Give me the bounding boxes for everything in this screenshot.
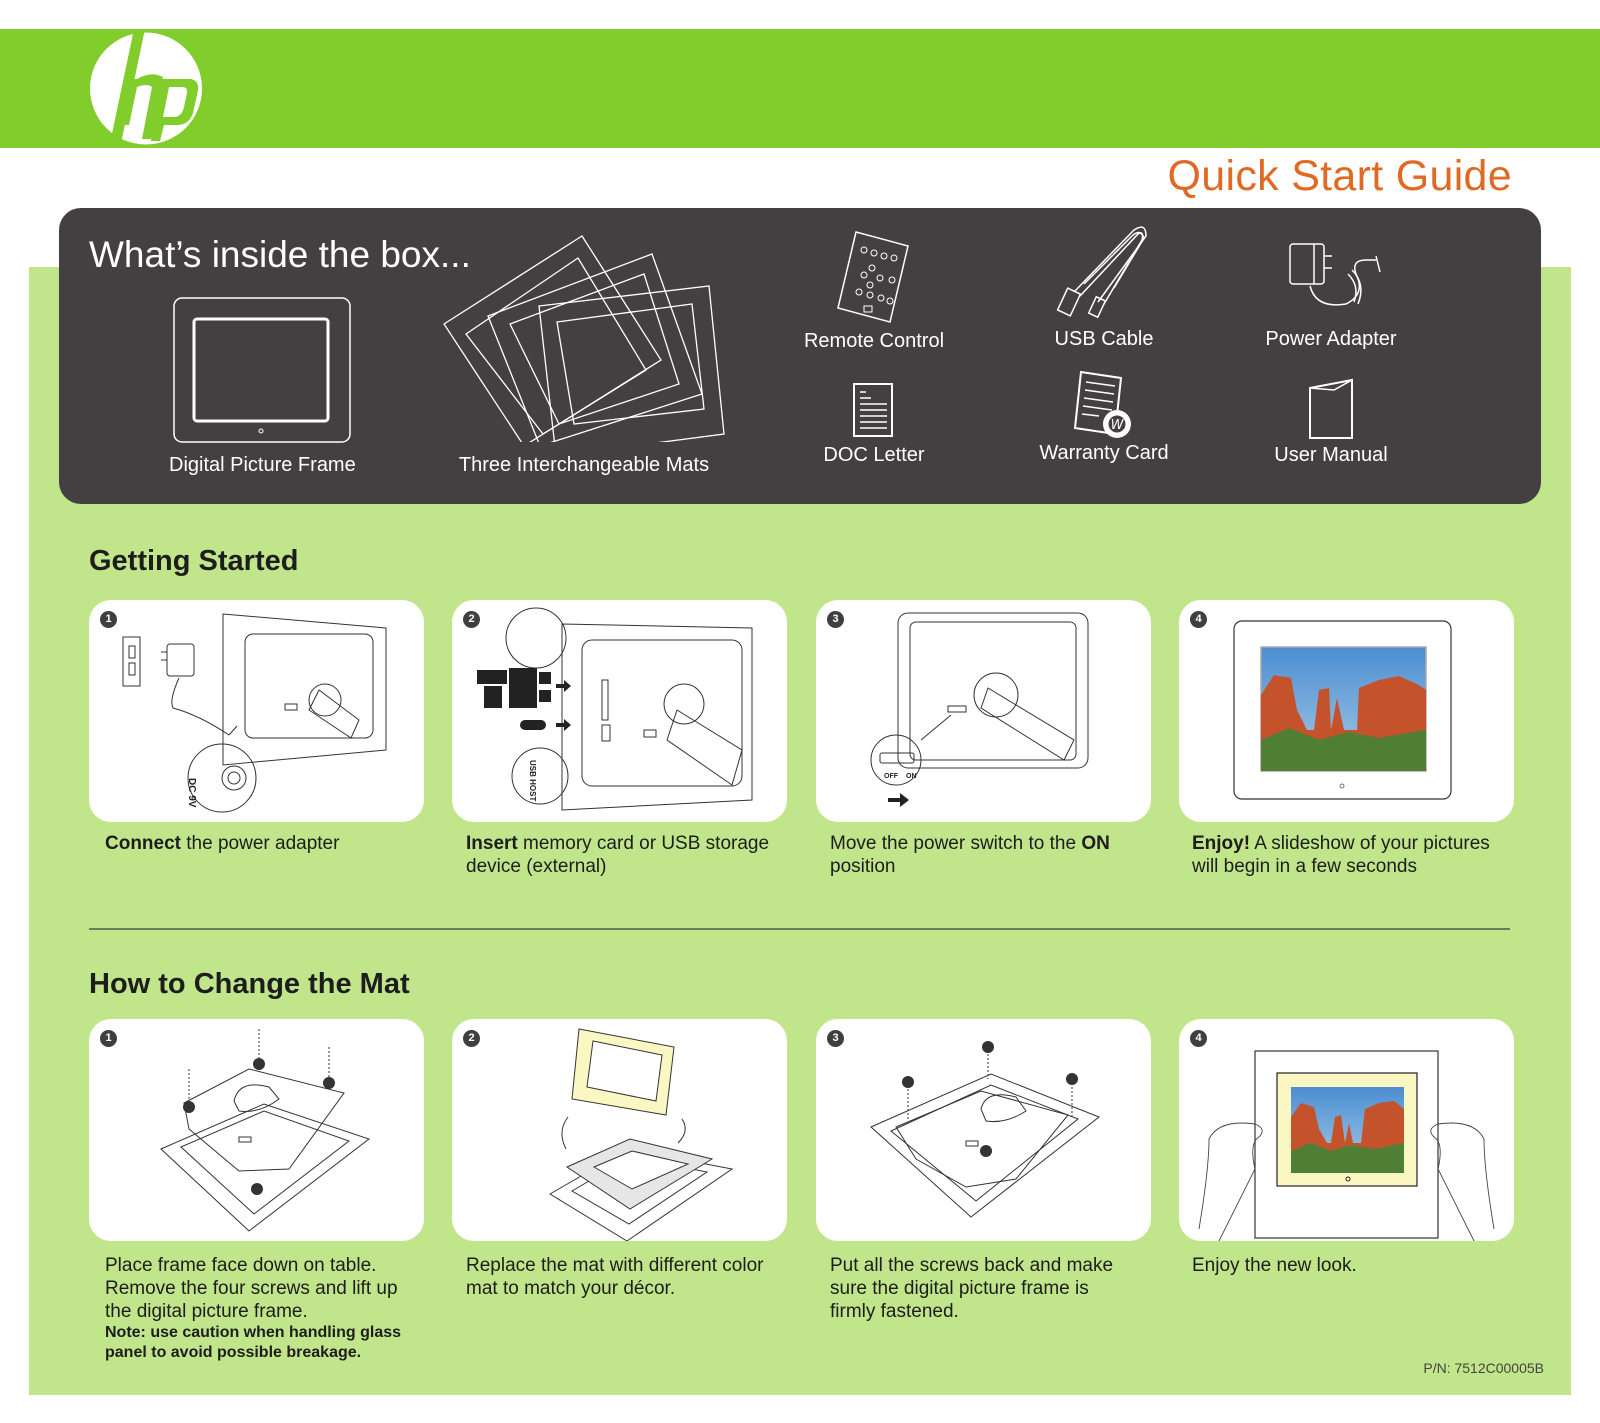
box-item-label: Remote Control <box>803 330 945 352</box>
getting-started-title: Getting Started <box>89 545 299 577</box>
change-mat-caption-2: Replace the mat with different color mat… <box>466 1254 776 1300</box>
replace-screws-illustration <box>870 1041 1100 1218</box>
change-mat-caption-3: Put all the screws back and make sure th… <box>830 1254 1115 1323</box>
box-item-picture-frame: Digital Picture Frame <box>169 296 356 477</box>
connect-adapter-illustration: DC 9V <box>122 613 387 813</box>
part-number: P/N: 7512C00005B <box>1423 1360 1544 1376</box>
header-bar <box>0 29 1600 148</box>
remove-screws-illustration <box>160 1029 371 1232</box>
caption-emphasis: Enjoy! <box>1192 833 1251 854</box>
box-item-doc-letter: DOC Letter <box>794 380 954 467</box>
box-item-user-manual: User Manual <box>1251 376 1411 467</box>
getting-started-caption-4: Enjoy! A slideshow of your pictures will… <box>1192 832 1502 878</box>
getting-started-caption-1: Connect the power adapter <box>105 832 415 855</box>
on-label: ON <box>906 773 917 780</box>
new-look-illustration <box>1198 1050 1495 1241</box>
mats-icon <box>443 235 725 442</box>
svg-text:W: W <box>1111 418 1125 433</box>
caption-text: Place frame face down on table. Remove t… <box>105 1255 398 1322</box>
box-item-label: USB Cable <box>1054 328 1154 350</box>
caption-emphasis: Connect <box>105 833 181 854</box>
change-mat-title: How to Change the Mat <box>89 968 410 1000</box>
box-contents-title: What’s inside the box... <box>89 234 471 275</box>
slideshow-illustration <box>1233 620 1452 800</box>
section-divider <box>89 928 1510 930</box>
power-adapter-icon <box>1289 243 1381 306</box>
guide-title: Quick Start Guide <box>1167 152 1512 200</box>
getting-started-caption-3: Move the power switch to the ON position <box>830 832 1140 878</box>
usb-host-label: USB HOST <box>528 760 537 801</box>
box-item-label: DOC Letter <box>823 444 925 466</box>
box-item-label: User Manual <box>1274 444 1388 466</box>
dc-label: DC 9V <box>186 778 197 808</box>
insert-card-illustration: USB HOST <box>477 607 753 811</box>
caption-text: Move the power switch to the <box>830 833 1082 854</box>
power-switch-illustration: OFF ON <box>870 612 1089 807</box>
off-label: OFF <box>884 773 899 780</box>
caption-text: Replace the mat with different color mat… <box>466 1255 764 1299</box>
caption-emphasis: Insert <box>466 833 518 854</box>
box-item-usb-cable: USB Cable <box>1024 222 1184 351</box>
usb-cable-icon <box>1056 226 1147 319</box>
arrow-right-icon <box>888 793 909 807</box>
box-item-power-adapter: Power Adapter <box>1251 234 1411 351</box>
change-mat-step-2: 2 <box>452 1019 787 1241</box>
caption-text: Enjoy the new look. <box>1192 1255 1357 1276</box>
caption-text: the power adapter <box>181 833 340 854</box>
caption-note: Note: use caution when handling glass pa… <box>105 1324 402 1361</box>
caption-text: Put all the screws back and make sure th… <box>830 1255 1114 1322</box>
getting-started-step-1: 1 DC 9V <box>89 600 424 822</box>
getting-started-step-3: 3 OFF ON <box>816 600 1151 822</box>
change-mat-step-4: 4 <box>1179 1019 1514 1241</box>
getting-started-caption-2: Insert memory card or USB storage device… <box>466 832 776 878</box>
box-item-label: Three Interchangeable Mats <box>458 454 710 476</box>
change-mat-step-3: 3 <box>816 1019 1151 1241</box>
document-icon <box>853 383 893 437</box>
change-mat-caption-4: Enjoy the new look. <box>1192 1254 1502 1277</box>
caption-emphasis: ON <box>1081 833 1110 854</box>
change-mat-step-1: 1 <box>89 1019 424 1241</box>
box-contents-panel: What’s inside the box... Digital Picture… <box>59 208 1541 504</box>
box-item-label: Digital Picture Frame <box>169 454 356 476</box>
box-item-mats: Three Interchangeable Mats <box>439 224 729 476</box>
box-item-label: Warranty Card <box>1039 442 1169 464</box>
warranty-card-icon: W <box>1073 370 1131 438</box>
remote-control-icon <box>837 231 909 323</box>
user-manual-icon <box>1309 378 1353 439</box>
getting-started-step-4: 4 <box>1179 600 1514 822</box>
hp-logo-icon <box>90 29 202 148</box>
box-item-label: Power Adapter <box>1265 328 1397 350</box>
caption-text: position <box>830 856 896 877</box>
box-item-remote: Remote Control <box>794 228 954 353</box>
change-mat-caption-1: Place frame face down on table. Remove t… <box>105 1254 425 1363</box>
replace-mat-illustration <box>549 1028 734 1241</box>
getting-started-step-2: 2 USB HOST <box>452 600 787 822</box>
box-item-warranty-card: W Warranty Card <box>1024 368 1184 465</box>
picture-frame-icon <box>172 297 351 443</box>
